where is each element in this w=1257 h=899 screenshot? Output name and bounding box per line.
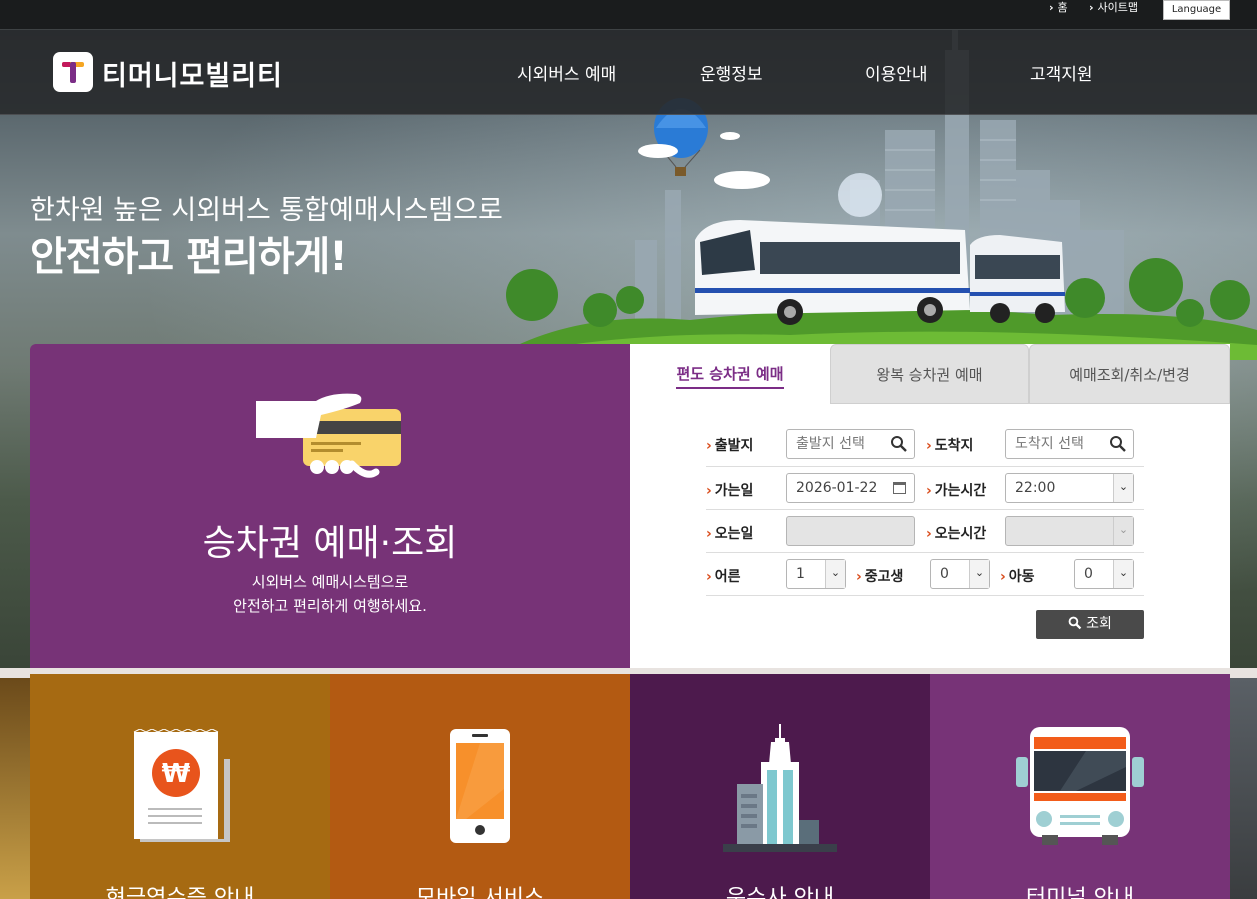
tab-booking-lookup[interactable]: 예매조회/취소/변경 [1029, 344, 1230, 404]
card-payment-icon [256, 393, 401, 478]
panel-title: 승차권 예매·조회 [202, 523, 458, 564]
arrive-placeholder: 도착지 선택 [1015, 436, 1084, 452]
go-date-input[interactable]: 2026-01-22 [786, 473, 915, 503]
top-utility-bar: › 홈 › 사이트맵 Language [0, 0, 1257, 30]
chevron-down-icon: ⌄ [969, 560, 989, 588]
chevron-down-icon: ⌄ [825, 560, 845, 588]
student-count-select[interactable]: 0 ⌄ [930, 559, 990, 589]
panel-desc-line1: 시외버스 예매시스템으로 [251, 573, 409, 591]
tab-one-way[interactable]: 편도 승차권 예매 [630, 344, 830, 404]
tmoney-logo-icon[interactable] [53, 52, 93, 92]
return-date-input [786, 516, 915, 546]
mobile-phone-icon [450, 729, 510, 843]
language-button[interactable]: Language [1163, 0, 1230, 20]
main-header: 티머니모빌리티 시외버스 예매 운행정보 이용안내 고객지원 [0, 30, 1257, 115]
tile-mobile-service-label: 모바일 서비스 [415, 886, 545, 899]
depart-input[interactable]: 출발지 선택 [786, 429, 915, 459]
sitemap-link-label: 사이트맵 [1097, 1, 1139, 14]
go-time-select[interactable]: 22:00 ⌄ [1005, 473, 1134, 503]
form-divider [706, 466, 1144, 467]
return-date-label: › 오는일 [706, 526, 754, 542]
ticket-booking-panel: 승차권 예매·조회 시외버스 예매시스템으로 안전하고 편리하게 여행하세요. [30, 344, 630, 674]
form-divider [706, 595, 1144, 596]
go-date-value: 2026-01-22 [796, 480, 878, 496]
hero-subtitle: 한차원 높은 시외버스 통합예매시스템으로 [30, 195, 503, 226]
depart-label: › 출발지 [706, 438, 754, 454]
return-time-select: ⌄ [1005, 516, 1134, 546]
arrive-input[interactable]: 도착지 선택 [1005, 429, 1134, 459]
chevron-right-icon: › [1089, 1, 1094, 14]
panel-description: 시외버스 예매시스템으로 안전하고 편리하게 여행하세요. [30, 570, 630, 618]
svg-text:₩: ₩ [162, 759, 191, 789]
tile-cash-receipt[interactable]: ₩ 현금영수증 안내 [30, 674, 330, 899]
adult-count-select[interactable]: 1 ⌄ [786, 559, 846, 589]
student-count-value: 0 [940, 566, 949, 582]
tile-terminal[interactable]: 터미널 안내 [930, 674, 1230, 899]
arrive-label: › 도착지 [926, 438, 974, 454]
nav-item-intercity-booking[interactable]: 시외버스 예매 [517, 60, 616, 85]
nav-item-service-info[interactable]: 운행정보 [700, 60, 763, 85]
tile-mobile-service[interactable]: 모바일 서비스 [330, 674, 630, 899]
child-count-select[interactable]: 0 ⌄ [1074, 559, 1134, 589]
tile-bus-operator[interactable]: 운수사 안내 [630, 674, 930, 899]
adult-label: › 어른 [706, 569, 741, 585]
chevron-down-icon: ⌄ [1113, 560, 1133, 588]
return-time-label: › 오는시간 [926, 526, 987, 542]
nav-item-usage-guide[interactable]: 이용안내 [865, 60, 928, 85]
building-icon [723, 724, 837, 852]
tile-cash-receipt-label: 현금영수증 안내 [105, 886, 255, 899]
student-label: › 중고생 [856, 569, 904, 585]
tab-one-way-label: 편도 승차권 예매 [676, 365, 784, 389]
nav-item-customer-support[interactable]: 고객지원 [1030, 60, 1093, 85]
chevron-down-icon: ⌄ [1113, 517, 1133, 545]
calendar-icon[interactable] [893, 482, 906, 494]
booking-form: 편도 승차권 예매 왕복 승차권 예매 예매조회/취소/변경 › 출발지 출발지 … [630, 344, 1230, 674]
home-link[interactable]: › 홈 [1049, 0, 1068, 22]
tile-bus-operator-label: 운수사 안내 [725, 886, 835, 899]
search-button[interactable]: 조회 [1036, 610, 1144, 639]
go-time-label: › 가는시간 [926, 483, 987, 499]
tab-round-trip[interactable]: 왕복 승차권 예매 [830, 344, 1029, 404]
search-icon [1068, 616, 1082, 630]
bus-illustration [695, 220, 970, 325]
tile-terminal-label: 터미널 안내 [1025, 886, 1135, 899]
chevron-right-icon: › [1049, 1, 1054, 14]
logo-text[interactable]: 티머니모빌리티 [102, 54, 283, 93]
form-divider [706, 509, 1144, 510]
child-label: › 아동 [1000, 569, 1035, 585]
receipt-icon: ₩ [133, 729, 230, 842]
sitemap-link[interactable]: › 사이트맵 [1089, 0, 1138, 22]
search-button-label: 조회 [1086, 616, 1112, 632]
bus-front-icon [1016, 727, 1144, 845]
depart-placeholder: 출발지 선택 [796, 436, 865, 452]
go-time-value: 22:00 [1015, 480, 1056, 496]
child-count-value: 0 [1084, 566, 1093, 582]
panel-desc-line2: 안전하고 편리하게 여행하세요. [233, 597, 427, 615]
search-icon [891, 436, 907, 452]
search-icon [1110, 436, 1126, 452]
hero-title: 안전하고 편리하게! [30, 234, 348, 280]
adult-count-value: 1 [796, 566, 805, 582]
home-link-label: 홈 [1057, 1, 1068, 14]
form-divider [706, 552, 1144, 553]
go-date-label: › 가는일 [706, 483, 754, 499]
chevron-down-icon: ⌄ [1113, 474, 1133, 502]
